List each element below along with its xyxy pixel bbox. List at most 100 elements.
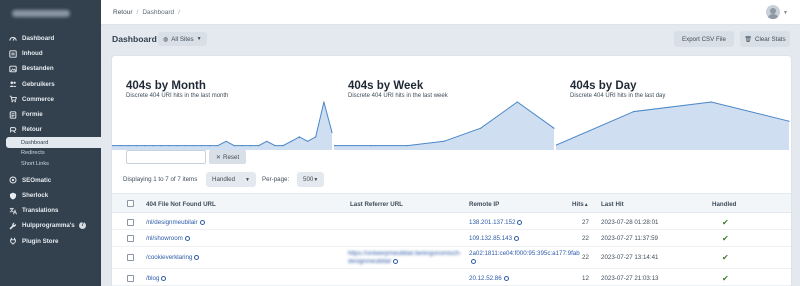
row-url-link[interactable]: /cookieverklaring (146, 254, 200, 261)
chart-point (184, 145, 186, 147)
avatar[interactable] (766, 5, 780, 19)
site-select[interactable]: ◍ All Sites ▼ (158, 32, 207, 46)
chart-point (225, 140, 227, 142)
reset-button[interactable]: ✕ Reset (209, 150, 246, 164)
chart-point (241, 145, 243, 147)
column-header-referrer[interactable]: Last Referrer URL (350, 201, 403, 208)
row-url-link[interactable]: /nl/showroom (146, 235, 190, 242)
row-url-link[interactable]: /nl/designmeubilair (146, 219, 205, 226)
chart-point (233, 145, 235, 147)
sidebar-item-plugin-store[interactable]: Plugin Store (0, 234, 101, 249)
sidebar-item-label: Dashboard (22, 35, 55, 43)
sidebar-item-label: Translations (22, 207, 59, 215)
table-row: /blog 20.12.52.86 12 2023-07-27 21:03:13… (112, 269, 791, 286)
sidebar-item-formie[interactable]: Formie (0, 107, 101, 122)
row-ip-link[interactable]: 20.12.52.86 (469, 275, 509, 282)
seomatic-icon (9, 176, 17, 184)
chart-point (152, 145, 154, 147)
chart-point (282, 145, 284, 147)
chart-point (633, 111, 635, 113)
handled-select[interactable]: Handled ▼ (206, 172, 256, 187)
sidebar-sub-item-label: Short Links (21, 160, 49, 167)
row-url-link[interactable]: /blog (146, 275, 167, 282)
sidebar-sub-item-short-links[interactable]: Short Links (0, 158, 101, 169)
column-header-url[interactable]: 404 File Not Found URL (146, 201, 216, 208)
table-header: 404 File Not Found URL Last Referrer URL… (112, 193, 791, 213)
plug-icon (9, 237, 17, 245)
perpage-select[interactable]: 500 ▼ (297, 172, 324, 187)
sidebar: Dashboard Inhoud Bestanden Gebruikers Co… (0, 0, 101, 286)
column-header-hits[interactable]: Hits▲ (572, 201, 589, 208)
row-url: /blog (146, 275, 160, 282)
sidebar-item-label: Sherlock (22, 192, 49, 200)
handled-check-icon: ✔ (722, 234, 729, 243)
row-ip-link[interactable]: 138.201.137.152 (469, 219, 523, 226)
row-last-hit: 2023-07-28 01:28:01 (601, 219, 659, 226)
external-link-icon (161, 275, 167, 281)
chart-point (160, 145, 162, 147)
sidebar-sub-item-dashboard[interactable]: Dashboard (6, 137, 101, 148)
site-name[interactable] (0, 0, 101, 26)
row-ip: 109.132.85.143 (469, 235, 513, 242)
column-header-last-hit[interactable]: Last Hit (601, 201, 624, 208)
sidebar-item-translations[interactable]: Translations (0, 203, 101, 218)
chart-area (556, 102, 789, 150)
sidebar-item-dashboard[interactable]: Dashboard (0, 31, 101, 46)
sidebar-item-retour[interactable]: Retour (0, 122, 101, 137)
column-header-ip[interactable]: Remote IP (469, 201, 499, 208)
breadcrumb-retour[interactable]: Retour (113, 9, 133, 16)
chart-point (290, 140, 292, 142)
clear-stats-button[interactable]: 🗑 Clear Stats (740, 31, 790, 47)
breadcrumb-separator: / (136, 8, 139, 16)
chart-day: 404s by Day Discrete 404 URI hits in the… (556, 56, 791, 156)
row-ip: 20.12.52.86 (469, 275, 502, 282)
external-link-icon (184, 235, 190, 241)
row-checkbox[interactable] (127, 219, 134, 226)
row-ip-link[interactable]: 2a02:1811:ce04:f000:95:395c:a177:9fab (469, 250, 580, 266)
chart-point (370, 145, 372, 147)
sidebar-item-sherlock[interactable]: Sherlock (0, 188, 101, 203)
sidebar-item-label: Commerce (22, 95, 54, 103)
filter-input[interactable] (126, 150, 206, 164)
row-ip-link[interactable]: 109.132.85.143 (469, 235, 520, 242)
sidebar-sub-item-label: Redirects (21, 150, 45, 157)
sidebar-item-label: Hulpprogramma's (22, 222, 75, 230)
chart-point (119, 145, 121, 147)
external-link-icon (194, 254, 200, 260)
sidebar-item-bestanden[interactable]: Bestanden (0, 61, 101, 76)
chart-point (406, 145, 408, 147)
chart-point (209, 145, 211, 147)
row-hits: 22 (582, 235, 589, 242)
breadcrumb-dashboard[interactable]: Dashboard (142, 9, 174, 16)
sidebar-item-hulpprogrammas[interactable]: Hulpprogramma's 7 (0, 218, 101, 233)
column-header-handled[interactable]: Handled (712, 201, 736, 208)
breadcrumb-separator: / (178, 8, 180, 16)
table-row: /nl/designmeubilair 138.201.137.152 27 2… (112, 213, 791, 230)
row-checkbox[interactable] (127, 235, 134, 242)
row-referrer-link[interactable]: https://ontwerpmeubilair.be/ergonomisch-… (348, 250, 461, 266)
chart-point (307, 140, 309, 142)
export-csv-button[interactable]: Export CSV File (674, 31, 734, 47)
notification-badge: 7 (78, 222, 87, 230)
chart-point (298, 136, 300, 138)
chart-point (274, 145, 276, 147)
sidebar-item-seomatic[interactable]: SEOmatic (0, 173, 101, 188)
chart-point (217, 145, 219, 147)
table-row: /cookieverklaring https://ontwerpmeubila… (112, 247, 791, 269)
perpage-select-value: 500 (303, 176, 314, 183)
row-ip: 138.201.137.152 (469, 219, 516, 226)
content-card: 404s by Month Discrete 404 URI hits in t… (112, 56, 791, 286)
chart-point (331, 131, 333, 134)
row-url: /cookieverklaring (146, 254, 193, 261)
sidebar-item-commerce[interactable]: Commerce (0, 92, 101, 107)
chart-point (516, 101, 518, 103)
row-checkbox[interactable] (127, 254, 134, 261)
sidebar-item-inhoud[interactable]: Inhoud (0, 46, 101, 61)
row-checkbox[interactable] (127, 275, 134, 282)
sidebar-sub-item-redirects[interactable]: Redirects (0, 148, 101, 159)
select-all-checkbox[interactable] (127, 200, 134, 207)
sherlock-icon (9, 192, 17, 200)
sidebar-item-gebruikers[interactable]: Gebruikers (0, 77, 101, 92)
external-link-icon (517, 219, 523, 225)
chevron-down-icon[interactable]: ▼ (783, 10, 788, 16)
